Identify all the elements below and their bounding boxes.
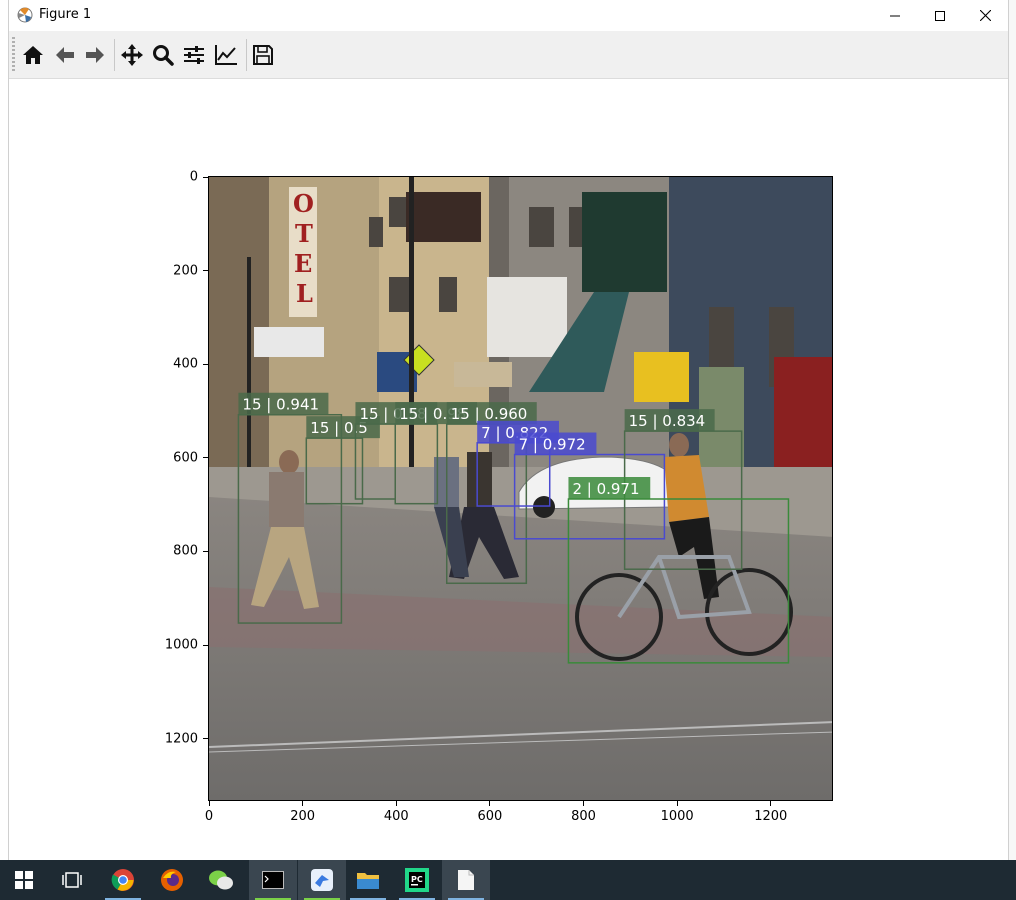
close-icon: [979, 10, 991, 21]
toolbar-separator: [246, 39, 247, 71]
window-title: Figure 1: [39, 7, 92, 22]
detection-label: 15 | 0.834: [629, 412, 706, 430]
detection-box: [623, 430, 743, 570]
forward-button[interactable]: [81, 40, 109, 70]
x-tick-mark: [582, 801, 584, 806]
toolbar-grip[interactable]: [12, 37, 15, 71]
close-button[interactable]: [962, 0, 1008, 31]
matplotlib-app-icon: [17, 7, 33, 23]
bird-app-icon: [311, 869, 333, 891]
wechat-taskbar-item[interactable]: [197, 860, 245, 900]
arrow-left-icon: [56, 47, 74, 63]
y-tick-label: 1000: [164, 637, 198, 653]
firefox-taskbar-item[interactable]: [148, 860, 196, 900]
y-tick-label: 200: [173, 263, 198, 279]
back-button[interactable]: [51, 40, 79, 70]
firefox-icon: [161, 869, 183, 891]
terminal-icon: [262, 871, 284, 889]
y-tick-label: 600: [173, 450, 198, 466]
x-tick-label: 1000: [660, 809, 694, 824]
detection-box: [394, 423, 439, 505]
document-icon: [458, 870, 474, 890]
detection-box: [237, 413, 343, 624]
y-tick-mark: [203, 457, 208, 459]
wechat-icon: [209, 870, 233, 890]
y-tick-mark: [203, 176, 208, 178]
line-chart-icon: [215, 45, 237, 65]
pan-button[interactable]: [118, 40, 146, 70]
y-tick-mark: [203, 270, 208, 272]
x-tick-label: 800: [571, 809, 596, 824]
y-tick-label: 1200: [164, 731, 198, 747]
x-tick-label: 0: [204, 809, 214, 824]
y-tick-mark: [203, 363, 208, 365]
image-axes[interactable]: OTEL 15 | 0.941 15 | 0.5 15 | 0.58 15 | …: [208, 176, 833, 801]
detection-label: 15 | 0.960: [451, 405, 528, 423]
x-tick-mark: [395, 801, 397, 806]
home-button[interactable]: [19, 40, 47, 70]
windows-taskbar: PC: [0, 860, 1016, 900]
detection-label: 2 | 0.971: [572, 480, 639, 498]
detection-box: [305, 437, 364, 505]
pycharm-taskbar-item[interactable]: PC: [393, 860, 441, 900]
save-button[interactable]: [249, 40, 277, 70]
title-bar[interactable]: Figure 1: [9, 0, 1008, 31]
x-tick-label: 1200: [754, 809, 788, 824]
y-tick-label: 800: [173, 543, 198, 559]
x-tick-mark: [208, 801, 210, 806]
svg-text:PC: PC: [411, 875, 423, 884]
arrow-right-icon: [86, 47, 104, 63]
zoom-button[interactable]: [149, 40, 177, 70]
y-tick-label: 400: [173, 356, 198, 372]
detection-overlay: 15 | 0.94115 | 0.515 | 0.5815 | 0.9815 |…: [237, 392, 790, 664]
terminal-taskbar-item[interactable]: [249, 860, 297, 900]
x-tick-label: 600: [477, 809, 503, 824]
sliders-icon: [184, 46, 204, 64]
x-tick-label: 400: [383, 809, 409, 824]
pycharm-icon: PC: [405, 868, 429, 892]
chrome-taskbar-item[interactable]: [99, 860, 147, 900]
x-tick-mark: [770, 801, 772, 806]
floppy-disk-icon: [253, 45, 273, 65]
detection-box: [567, 498, 790, 664]
maximize-button[interactable]: [917, 0, 963, 31]
minimize-icon: [890, 15, 900, 16]
file-explorer-taskbar-item[interactable]: [344, 860, 392, 900]
start-button[interactable]: [0, 860, 48, 900]
y-tick-label: 0: [189, 169, 198, 185]
x-tick-label: 200: [290, 809, 316, 824]
document-taskbar-item[interactable]: [442, 860, 490, 900]
x-tick-mark: [489, 801, 491, 806]
x-tick-mark: [676, 801, 678, 806]
x-tick-mark: [302, 801, 304, 806]
detection-label: 15 | 0.941: [242, 396, 319, 414]
move-icon: [121, 44, 143, 66]
task-view-button[interactable]: [48, 860, 96, 900]
toolbar-separator: [114, 39, 115, 71]
minimize-button[interactable]: [872, 0, 918, 31]
y-tick-mark: [203, 738, 208, 740]
folder-icon: [357, 873, 379, 889]
chrome-icon: [111, 869, 134, 891]
magnifier-icon: [153, 45, 174, 66]
detection-label: 7 | 0.972: [519, 436, 586, 454]
task-view-icon: [62, 872, 82, 888]
edit-axis-button[interactable]: [212, 40, 240, 70]
configure-subplots-button[interactable]: [180, 40, 208, 70]
y-tick-mark: [203, 644, 208, 646]
feishu-taskbar-item[interactable]: [298, 860, 346, 900]
maximize-icon: [935, 10, 945, 21]
windows-logo-icon: [15, 871, 33, 889]
home-icon: [23, 46, 43, 64]
y-tick-mark: [203, 550, 208, 552]
navigation-toolbar: [9, 31, 1008, 79]
